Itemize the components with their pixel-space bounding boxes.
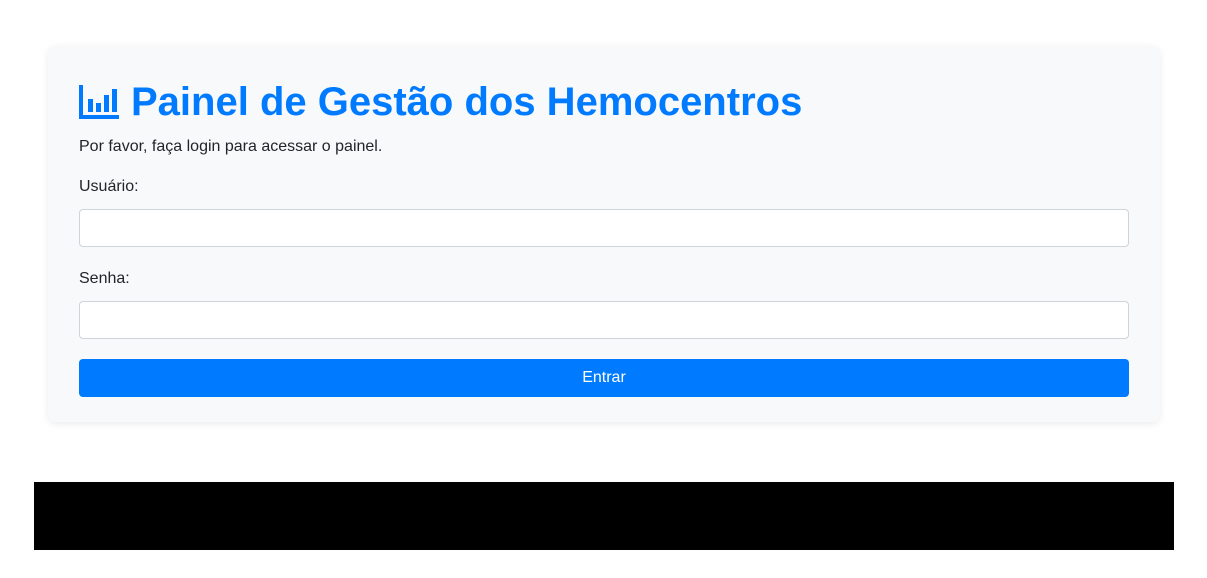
page-title: Painel de Gestão dos Hemocentros	[131, 80, 803, 124]
login-button[interactable]: Entrar	[79, 359, 1129, 397]
password-input[interactable]	[79, 301, 1129, 339]
bar-chart-icon	[79, 85, 119, 119]
bottom-bar	[34, 482, 1174, 550]
header: Painel de Gestão dos Hemocentros	[79, 80, 1129, 124]
password-label: Senha:	[79, 270, 130, 287]
username-label: Usuário:	[79, 178, 139, 195]
login-card: Painel de Gestão dos Hemocentros Por fav…	[48, 46, 1160, 422]
login-instructions: Por favor, faça login para acessar o pai…	[79, 138, 383, 155]
username-input[interactable]	[79, 209, 1129, 247]
